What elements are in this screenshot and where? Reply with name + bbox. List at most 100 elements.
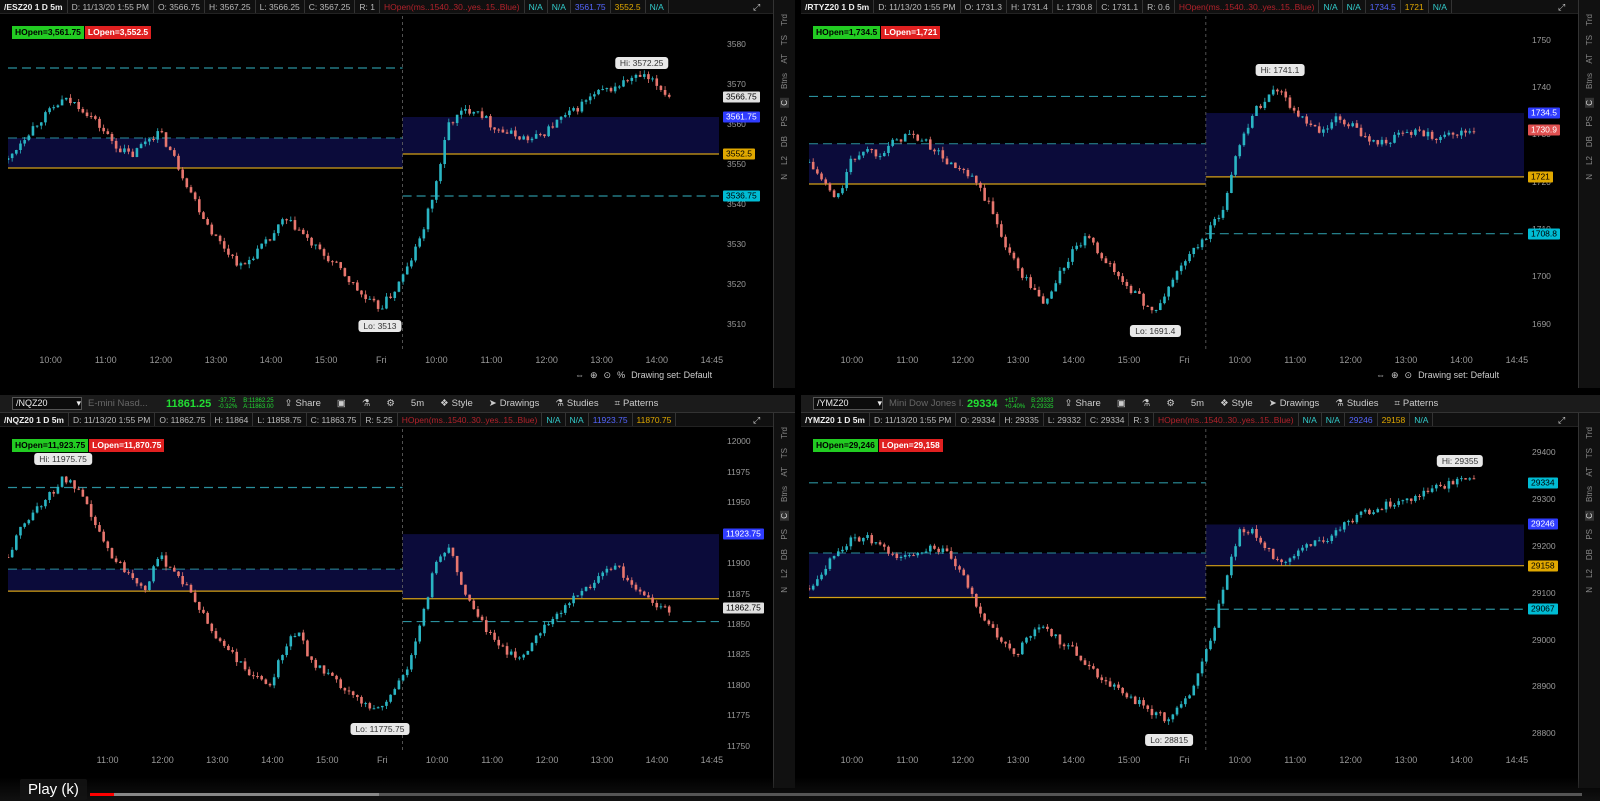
drawings-button[interactable]: ➤ Drawings	[481, 398, 548, 409]
candle-body	[593, 94, 596, 97]
side-tab-c[interactable]: C	[1585, 510, 1594, 521]
side-tab-db[interactable]: DB	[1585, 549, 1594, 560]
price-axis[interactable]: 29400 29300 29200 29100 29000 28900 28800 29334…	[1528, 429, 1576, 752]
play-button[interactable]: Play (k)	[20, 779, 87, 800]
price-plot[interactable]: Hi: 1741.1 Lo: 1691.4	[809, 16, 1524, 352]
side-tab-at[interactable]: AT	[780, 467, 789, 477]
candle-body	[368, 703, 372, 709]
share-button[interactable]: ⇪ Share	[1056, 398, 1108, 409]
studies-button[interactable]: ⚗ Studies	[547, 398, 606, 409]
side-tab-db[interactable]: DB	[780, 549, 789, 560]
side-tab-c[interactable]: C	[1585, 97, 1594, 108]
side-tab-l2[interactable]: L2	[780, 156, 789, 165]
patterns-button[interactable]: ⌗ Patterns	[1387, 398, 1447, 409]
side-tab-btns[interactable]: Btns	[1585, 486, 1594, 502]
side-tab-btns[interactable]: Btns	[1585, 73, 1594, 89]
side-tab-n[interactable]: N	[1585, 174, 1594, 180]
candle-body	[1104, 258, 1108, 264]
header-symbol[interactable]: /NQZ20 1 D 5m	[0, 413, 69, 426]
style-button[interactable]: ❖ Style	[432, 398, 481, 409]
studies-button[interactable]: ⚗ Studies	[1327, 398, 1386, 409]
side-tab-ts[interactable]: TS	[1585, 448, 1594, 458]
percent-toggle[interactable]: %	[617, 370, 625, 380]
candle-body	[372, 708, 376, 710]
candle-body	[1012, 648, 1016, 654]
side-tab-ts[interactable]: TS	[780, 448, 789, 458]
layout-button[interactable]: ▣	[1109, 398, 1134, 409]
candle-body	[173, 567, 176, 572]
chart-settings-icon[interactable]: ⤢	[753, 2, 769, 13]
style-button[interactable]: ❖ Style	[1212, 398, 1261, 409]
side-tab-at[interactable]: AT	[1585, 54, 1594, 64]
candle-body	[1112, 684, 1116, 687]
drawing-set-label[interactable]: Drawing set: Default	[1418, 370, 1499, 380]
candle-body	[376, 707, 380, 709]
period-button[interactable]: 5m	[403, 398, 432, 409]
price-plot[interactable]: Hi: 3572.25 Lo: 3513	[8, 16, 719, 352]
side-tab-ts[interactable]: TS	[1585, 35, 1594, 45]
side-tab-n[interactable]: N	[780, 587, 789, 593]
side-tab-db[interactable]: DB	[780, 136, 789, 147]
period-button[interactable]: 5m	[1183, 398, 1212, 409]
pan-icon[interactable]: ⇔	[575, 370, 584, 380]
drawings-button[interactable]: ➤ Drawings	[1261, 398, 1328, 409]
pan-icon[interactable]: ⇔	[1376, 370, 1385, 380]
zoom-icon[interactable]: ⊙	[1405, 370, 1413, 381]
side-tab-ps[interactable]: PS	[780, 116, 789, 127]
candle-body	[924, 551, 928, 553]
price-axis[interactable]: 1200011975119501192511900118751185011825…	[723, 429, 771, 752]
side-tab-btns[interactable]: Btns	[780, 73, 789, 89]
price-plot[interactable]: Hi: 29355 Lo: 28815	[809, 429, 1524, 752]
gear-button[interactable]: ⚙	[1158, 398, 1183, 409]
side-tab-ps[interactable]: PS	[1585, 116, 1594, 127]
chart-settings-icon[interactable]: ⤢	[1558, 2, 1574, 13]
side-tab-trd[interactable]: Trd	[1585, 14, 1594, 26]
patterns-button[interactable]: ⌗ Patterns	[607, 398, 667, 409]
side-tab-n[interactable]: N	[780, 174, 789, 180]
price-axis[interactable]: 17501740173017201710170016901734.51730.9…	[1528, 16, 1576, 352]
side-tab-btns[interactable]: Btns	[780, 486, 789, 502]
chart-settings-icon[interactable]: ⤢	[753, 415, 769, 426]
candle-body	[941, 548, 945, 552]
side-tab-c[interactable]: C	[780, 510, 789, 521]
side-tab-trd[interactable]: Trd	[780, 14, 789, 26]
crosshair-icon[interactable]: ⊕	[1391, 370, 1399, 381]
candle-body	[970, 587, 974, 594]
candle-body	[1058, 634, 1062, 645]
flask-button[interactable]: ⚗	[1134, 398, 1159, 409]
side-tab-c[interactable]: C	[780, 97, 789, 108]
candle-body	[39, 122, 43, 126]
side-tab-l2[interactable]: L2	[1585, 156, 1594, 165]
header-symbol[interactable]: /RTYZ20 1 D 5m	[801, 0, 875, 13]
side-tab-trd[interactable]: Trd	[780, 427, 789, 439]
side-tab-ts[interactable]: TS	[780, 35, 789, 45]
candle-body	[1184, 261, 1187, 266]
side-tab-db[interactable]: DB	[1585, 136, 1594, 147]
candle-body	[168, 146, 172, 151]
side-tab-l2[interactable]: L2	[780, 569, 789, 578]
crosshair-icon[interactable]: ⊕	[590, 370, 598, 381]
symbol-selector[interactable]: /YMZ20 ▾	[813, 397, 883, 410]
chart-settings-icon[interactable]: ⤢	[1558, 415, 1574, 426]
header-symbol[interactable]: /ESZ20 1 D 5m	[0, 0, 68, 13]
drawing-set-label[interactable]: Drawing set: Default	[631, 370, 712, 380]
price-plot[interactable]: Hi: 11975.75 Lo: 11775.75	[8, 429, 719, 752]
gear-button[interactable]: ⚙	[378, 398, 403, 409]
layout-button[interactable]: ▣	[329, 398, 354, 409]
side-tab-at[interactable]: AT	[780, 54, 789, 64]
symbol-selector[interactable]: /NQZ20 ▾	[12, 397, 82, 410]
side-tab-ps[interactable]: PS	[780, 529, 789, 540]
side-tab-ps[interactable]: PS	[1585, 529, 1594, 540]
flask-button[interactable]: ⚗	[354, 398, 379, 409]
price-axis[interactable]: 3580 3570 3560 3550 3540 3530 3520 3510 3566.75 3…	[723, 16, 771, 352]
share-button[interactable]: ⇪ Share	[277, 398, 329, 409]
side-tab-l2[interactable]: L2	[1585, 569, 1594, 578]
candle-body	[455, 114, 459, 124]
header-symbol[interactable]: /YMZ20 1 D 5m	[801, 413, 870, 426]
side-tab-n[interactable]: N	[1585, 587, 1594, 593]
x-tick-label: Fri	[376, 355, 387, 365]
side-tab-trd[interactable]: Trd	[1585, 427, 1594, 439]
candle-body	[1213, 219, 1216, 226]
side-tab-at[interactable]: AT	[1585, 467, 1594, 477]
zoom-icon[interactable]: ⊙	[604, 370, 612, 381]
